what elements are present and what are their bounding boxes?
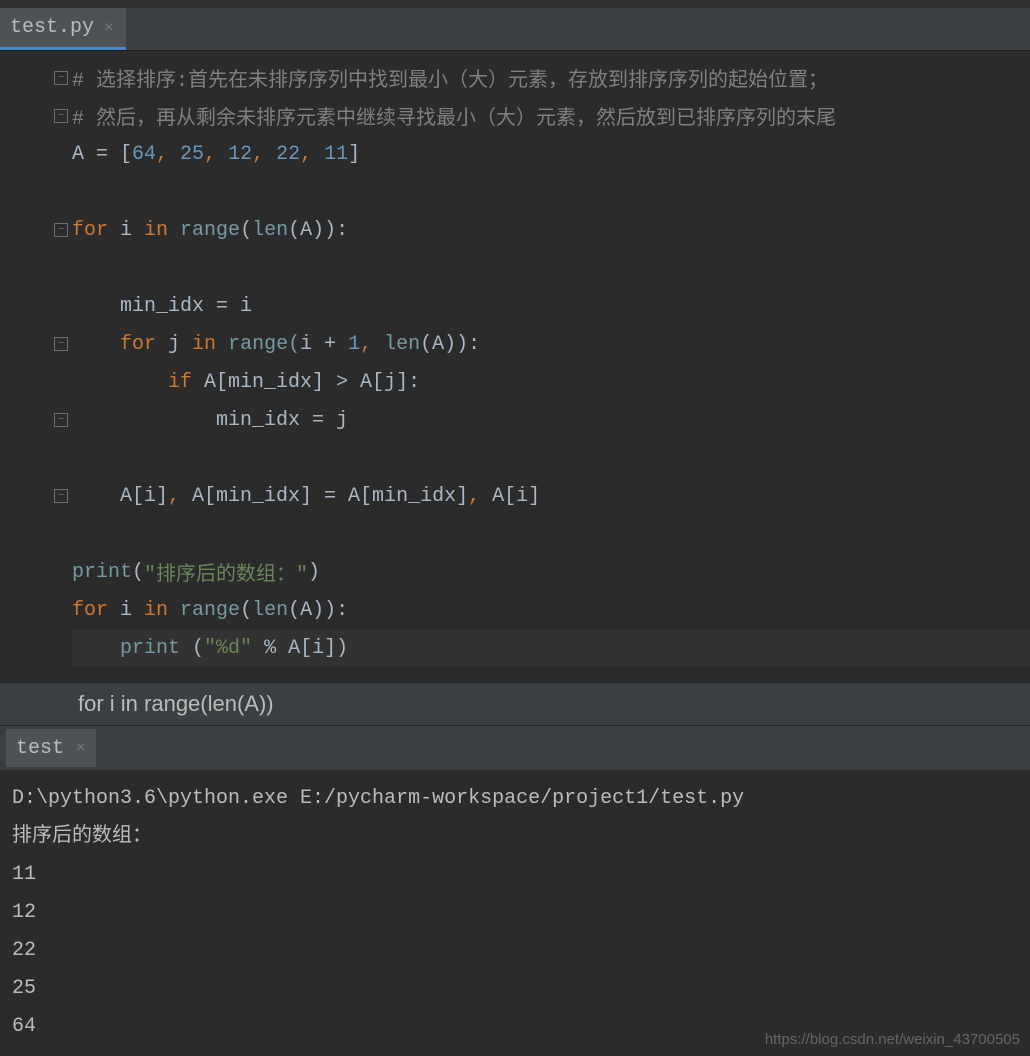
fold-icon[interactable]: − bbox=[54, 489, 68, 503]
run-tab-bar: test × bbox=[0, 726, 1030, 770]
fold-icon[interactable]: − bbox=[54, 413, 68, 427]
close-icon[interactable]: × bbox=[76, 739, 86, 757]
console-output[interactable]: D:\python3.6\python.exe E:/pycharm-works… bbox=[0, 770, 1030, 1056]
console-line: 排序后的数组： bbox=[12, 825, 152, 848]
fold-icon[interactable]: − bbox=[54, 223, 68, 237]
gutter: − − − − − − bbox=[0, 51, 72, 682]
console-cmd: D:\python3.6\python.exe E:/pycharm-works… bbox=[12, 787, 744, 810]
editor-tab-test-py[interactable]: test.py × bbox=[0, 8, 126, 50]
fold-icon[interactable]: − bbox=[54, 109, 68, 123]
code-line: for j in range(i + 1, len(A)): bbox=[72, 325, 1030, 363]
console-line: 64 bbox=[12, 1015, 36, 1038]
comment: # 选择排序:首先在未排序序列中找到最小（大）元素，存放到排序序列的起始位置； bbox=[72, 63, 828, 93]
run-tab-name: test bbox=[16, 737, 64, 760]
code-area[interactable]: # 选择排序:首先在未排序序列中找到最小（大）元素，存放到排序序列的起始位置； … bbox=[72, 51, 1030, 682]
code-editor[interactable]: − − − − − − # 选择排序:首先在未排序序列中找到最小（大）元素，存放… bbox=[0, 50, 1030, 682]
fold-icon[interactable]: − bbox=[54, 71, 68, 85]
code-line: min_idx = j bbox=[72, 401, 1030, 439]
close-icon[interactable]: × bbox=[104, 19, 114, 37]
run-tab-test[interactable]: test × bbox=[6, 729, 96, 767]
context-text: for i in range(len(A)) bbox=[78, 691, 274, 716]
code-line: if A[min_idx] > A[j]: bbox=[72, 363, 1030, 401]
comment: # 然后，再从剩余未排序元素中继续寻找最小（大）元素，然后放到已排序序列的末尾 bbox=[72, 101, 836, 131]
fold-icon[interactable]: − bbox=[54, 337, 68, 351]
console-line: 12 bbox=[12, 901, 36, 924]
code-line: min_idx = i bbox=[72, 287, 1030, 325]
editor-tab-bar: test.py × bbox=[0, 0, 1030, 50]
watermark-text: https://blog.csdn.net/weixin_43700505 bbox=[765, 1031, 1020, 1048]
code-line: print("排序后的数组：") bbox=[72, 553, 1030, 591]
console-line: 25 bbox=[12, 977, 36, 1000]
code-line: for i in range(len(A)): bbox=[72, 591, 1030, 629]
code-line: for i in range(len(A)): bbox=[72, 211, 1030, 249]
code-line: A = [64, 25, 12, 22, 11] bbox=[72, 135, 1030, 173]
code-line-current: print ("%d" % A[i]) bbox=[72, 629, 1030, 667]
console-line: 11 bbox=[12, 863, 36, 886]
breadcrumb-context[interactable]: for i in range(len(A)) bbox=[0, 682, 1030, 726]
run-panel: test × D:\python3.6\python.exe E:/pychar… bbox=[0, 726, 1030, 1056]
tab-filename: test.py bbox=[10, 16, 94, 39]
code-line: A[i], A[min_idx] = A[min_idx], A[i] bbox=[72, 477, 1030, 515]
console-line: 22 bbox=[12, 939, 36, 962]
